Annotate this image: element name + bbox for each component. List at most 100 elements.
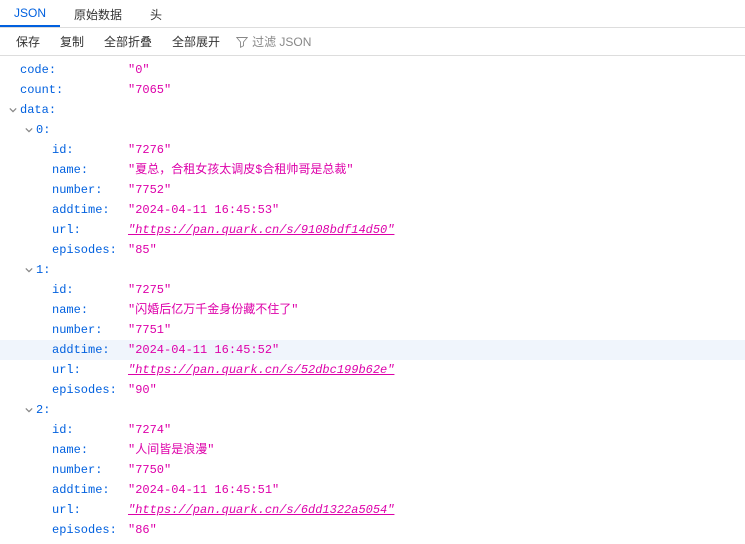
key-cell: episodes: <box>8 520 128 540</box>
tree-row[interactable]: addtime:"2024-04-11 16:45:51" <box>0 480 745 500</box>
json-value: "7065" <box>128 80 171 100</box>
tree-row[interactable]: name:"夏总，合租女孩太调皮$合租帅哥是总裁" <box>0 160 745 180</box>
tree-row[interactable]: 1: <box>0 260 745 280</box>
collapse-all-button[interactable]: 全部折叠 <box>96 29 160 54</box>
copy-button[interactable]: 复制 <box>52 29 92 54</box>
key-cell: name: <box>8 300 128 320</box>
tree-row[interactable]: 0: <box>0 120 745 140</box>
expand-all-button[interactable]: 全部展开 <box>164 29 228 54</box>
save-button[interactable]: 保存 <box>8 29 48 54</box>
json-key: number <box>52 460 95 480</box>
key-cell: episodes: <box>8 240 128 260</box>
json-value-link[interactable]: "https://pan.quark.cn/s/9108bdf14d50" <box>128 220 394 240</box>
tree-row[interactable]: number:"7751" <box>0 320 745 340</box>
key-cell: number: <box>8 180 128 200</box>
json-key: id <box>52 280 66 300</box>
tree-row[interactable]: url:"https://pan.quark.cn/s/9108bdf14d50… <box>0 220 745 240</box>
chevron-down-icon[interactable] <box>24 265 34 275</box>
tree-row[interactable]: url:"https://pan.quark.cn/s/6dd1322a5054… <box>0 500 745 520</box>
key-cell: number: <box>8 460 128 480</box>
json-value: "7275" <box>128 280 171 300</box>
tab-2[interactable]: 头 <box>136 0 176 27</box>
json-value-link[interactable]: "https://pan.quark.cn/s/6dd1322a5054" <box>128 500 394 520</box>
json-key: url <box>52 360 74 380</box>
chevron-down-icon[interactable] <box>24 125 34 135</box>
json-key: number <box>52 180 95 200</box>
tree-row[interactable]: name:"闪婚后亿万千金身份藏不住了" <box>0 300 745 320</box>
key-cell: url: <box>8 360 128 380</box>
json-value: "7274" <box>128 420 171 440</box>
key-cell: 2: <box>8 400 128 420</box>
key-cell: addtime: <box>8 340 128 360</box>
json-key: id <box>52 420 66 440</box>
json-key: 2 <box>36 400 43 420</box>
json-value: "90" <box>128 380 157 400</box>
tree-row[interactable]: number:"7752" <box>0 180 745 200</box>
json-key: addtime <box>52 200 102 220</box>
chevron-down-icon[interactable] <box>8 105 18 115</box>
json-key: name <box>52 160 81 180</box>
filter-placeholder: 过滤 JSON <box>252 33 311 50</box>
json-value: "85" <box>128 240 157 260</box>
key-cell: url: <box>8 220 128 240</box>
key-cell: number: <box>8 320 128 340</box>
tree-row[interactable]: episodes:"90" <box>0 380 745 400</box>
json-tree: code:"0"count:"7065"data:0:id:"7276"name… <box>0 56 745 544</box>
key-cell: addtime: <box>8 200 128 220</box>
tree-row[interactable]: url:"https://pan.quark.cn/s/52dbc199b62e… <box>0 360 745 380</box>
json-value: "0" <box>128 60 150 80</box>
toolbar: 保存 复制 全部折叠 全部展开 过滤 JSON <box>0 28 745 56</box>
json-value: "闪婚后亿万千金身份藏不住了" <box>128 300 298 320</box>
key-cell: data: <box>8 100 128 120</box>
tree-row[interactable]: 2: <box>0 400 745 420</box>
json-key: url <box>52 220 74 240</box>
key-cell: name: <box>8 440 128 460</box>
json-key: episodes <box>52 380 110 400</box>
key-cell: code: <box>8 60 128 80</box>
json-key: data <box>20 100 49 120</box>
tree-row[interactable]: id:"7276" <box>0 140 745 160</box>
json-key: name <box>52 300 81 320</box>
tree-row[interactable]: addtime:"2024-04-11 16:45:53" <box>0 200 745 220</box>
json-value: "人间皆是浪漫" <box>128 440 214 460</box>
json-key: url <box>52 500 74 520</box>
tree-row[interactable]: episodes:"85" <box>0 240 745 260</box>
json-key: addtime <box>52 480 102 500</box>
json-value: "7276" <box>128 140 171 160</box>
key-cell: url: <box>8 500 128 520</box>
key-cell: name: <box>8 160 128 180</box>
json-key: episodes <box>52 240 110 260</box>
tree-row[interactable]: name:"人间皆是浪漫" <box>0 440 745 460</box>
json-key: 1 <box>36 260 43 280</box>
json-value: "86" <box>128 520 157 540</box>
key-cell: id: <box>8 140 128 160</box>
tree-row[interactable]: episodes:"86" <box>0 520 745 540</box>
tree-row[interactable]: addtime:"2024-04-11 16:45:52" <box>0 340 745 360</box>
json-value-link[interactable]: "https://pan.quark.cn/s/52dbc199b62e" <box>128 360 394 380</box>
tree-row[interactable]: code:"0" <box>0 60 745 80</box>
chevron-down-icon[interactable] <box>24 405 34 415</box>
json-key: code <box>20 60 49 80</box>
tab-0[interactable]: JSON <box>0 0 60 27</box>
key-cell: episodes: <box>8 380 128 400</box>
key-cell: count: <box>8 80 128 100</box>
tree-row[interactable]: id:"7275" <box>0 280 745 300</box>
json-key: name <box>52 440 81 460</box>
key-cell: 1: <box>8 260 128 280</box>
tabs-bar: JSON原始数据头 <box>0 0 745 28</box>
json-key: id <box>52 140 66 160</box>
json-key: count <box>20 80 56 100</box>
tree-row[interactable]: id:"7274" <box>0 420 745 440</box>
json-value: "2024-04-11 16:45:53" <box>128 200 279 220</box>
json-key: number <box>52 320 95 340</box>
tree-row[interactable]: number:"7750" <box>0 460 745 480</box>
json-value: "7752" <box>128 180 171 200</box>
filter-icon <box>236 36 248 48</box>
json-value: "2024-04-11 16:45:52" <box>128 340 279 360</box>
tab-1[interactable]: 原始数据 <box>60 0 136 27</box>
filter-box[interactable]: 过滤 JSON <box>236 33 311 50</box>
tree-row[interactable]: count:"7065" <box>0 80 745 100</box>
tree-row[interactable]: data: <box>0 100 745 120</box>
key-cell: id: <box>8 280 128 300</box>
json-value: "7750" <box>128 460 171 480</box>
